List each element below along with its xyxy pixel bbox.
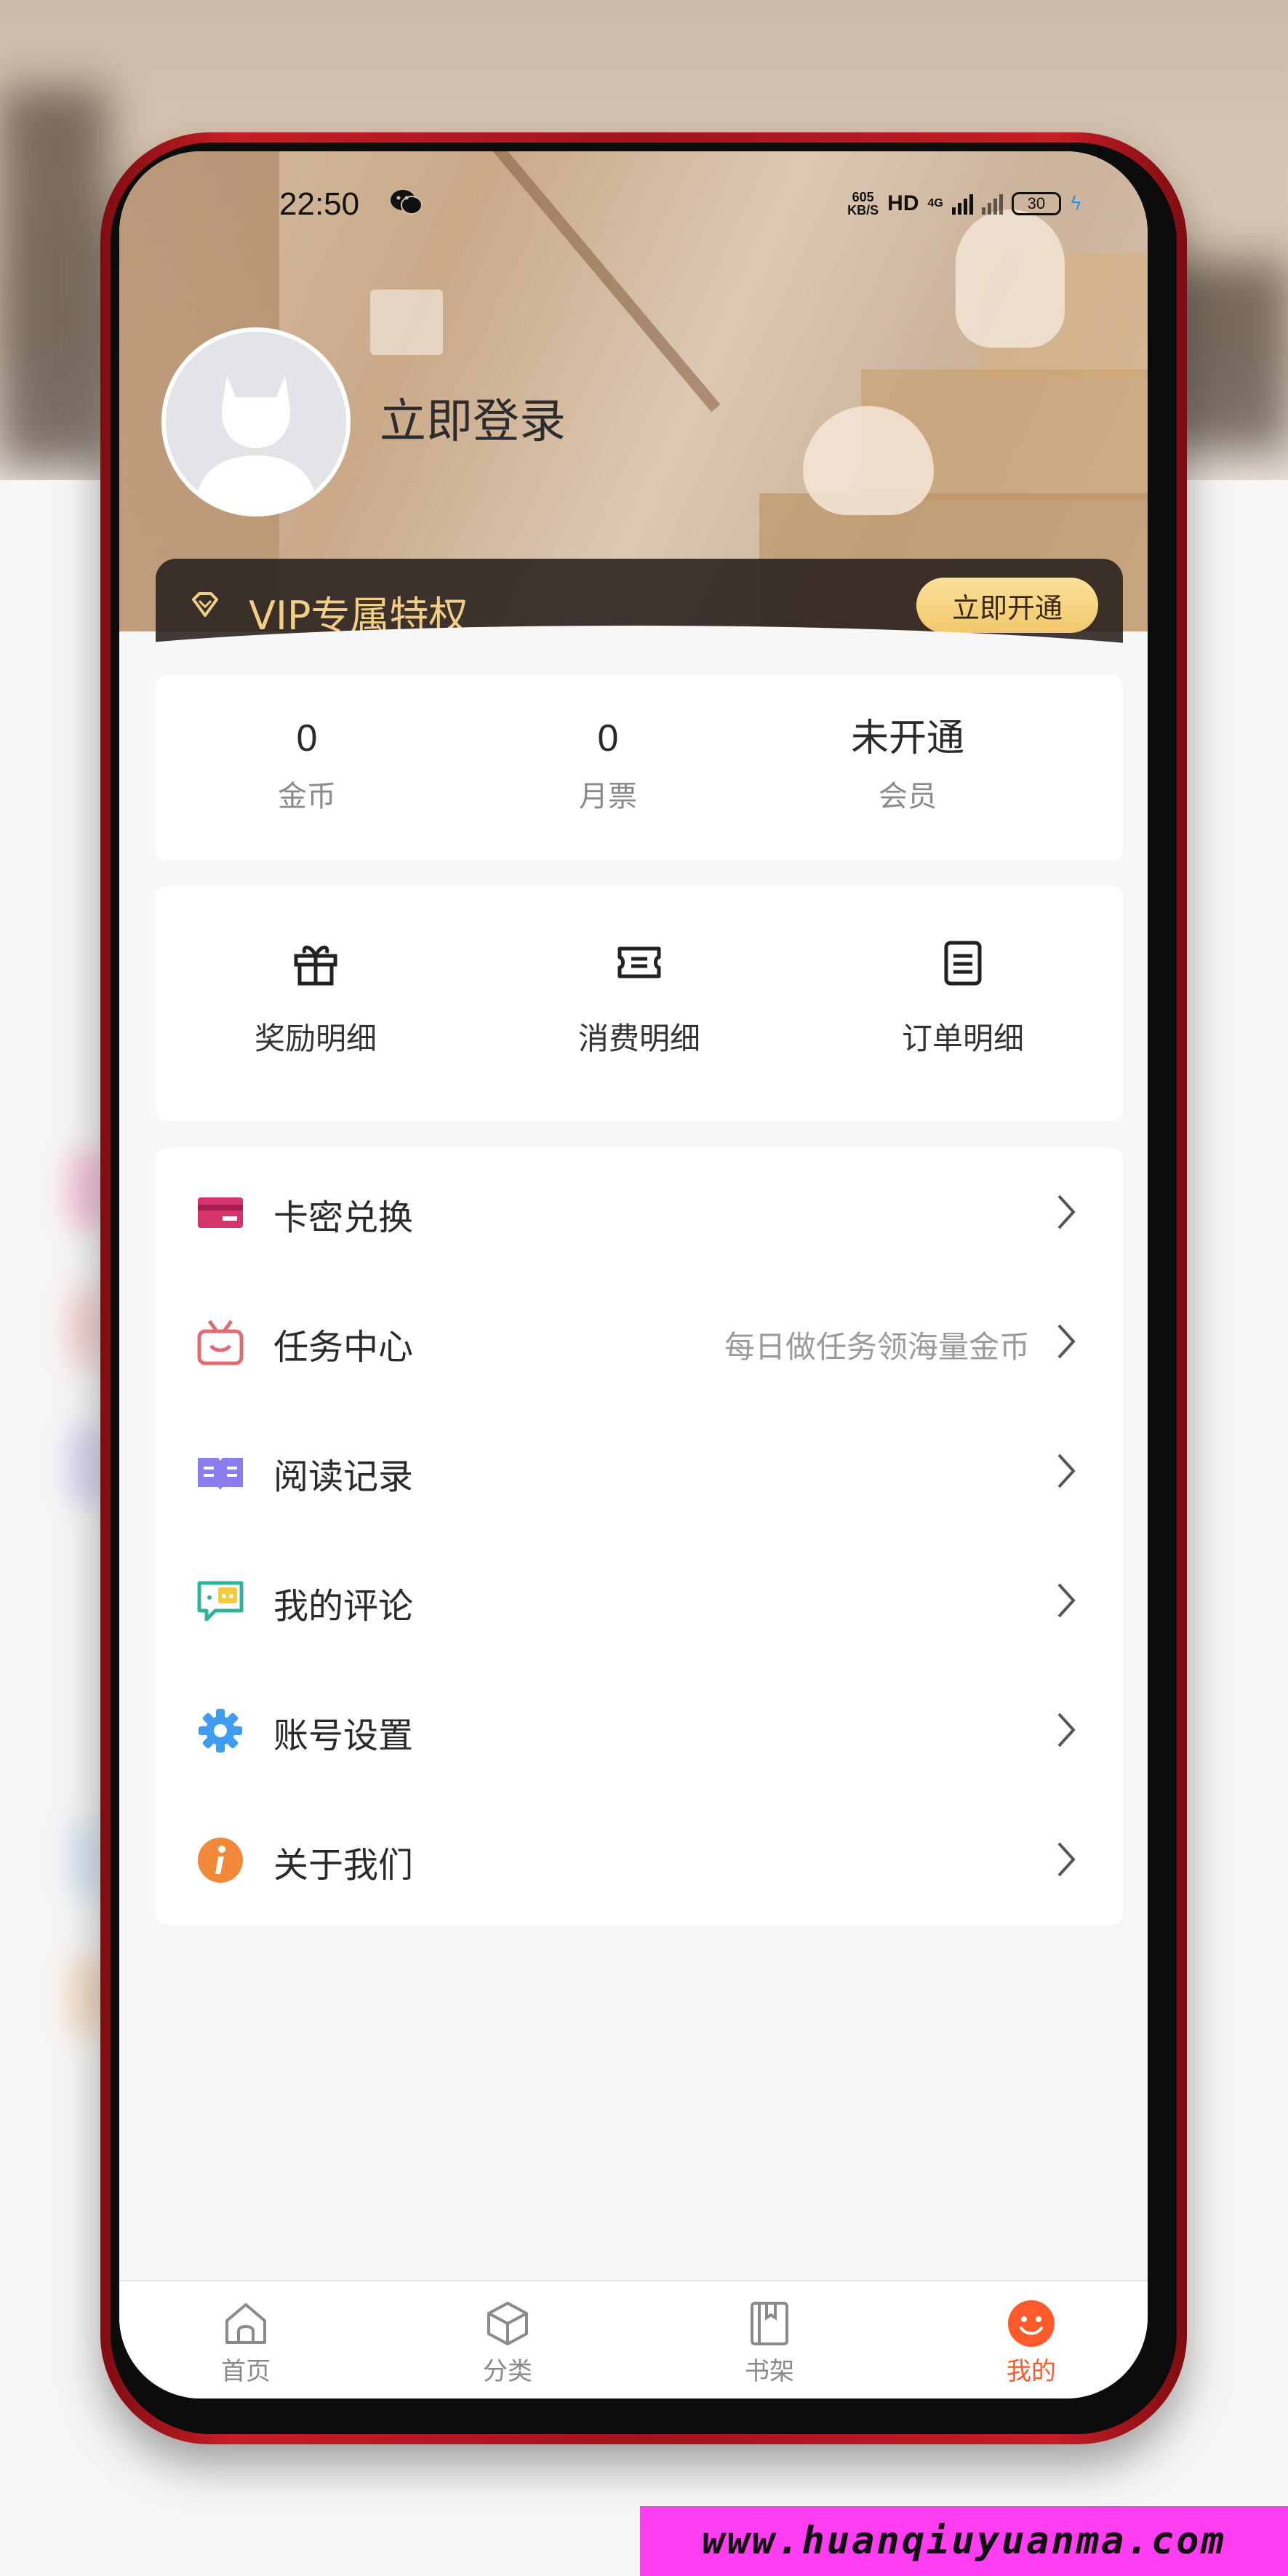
menu-item-card-redeem[interactable]: 卡密兑换	[156, 1148, 1123, 1277]
comment-icon	[197, 1581, 244, 1622]
reward-details-button[interactable]: 奖励明细	[199, 937, 432, 1058]
avatar[interactable]	[161, 327, 351, 517]
wechat-icon	[391, 190, 423, 215]
stat-coins[interactable]: 0 金币	[198, 713, 416, 815]
gift-icon	[294, 945, 337, 986]
gear-icon	[199, 1709, 242, 1752]
info-icon	[198, 1838, 243, 1883]
menu-item-account-settings[interactable]: 账号设置	[156, 1666, 1123, 1795]
chevron-right-icon	[1057, 1583, 1076, 1618]
category-cube-icon	[487, 2302, 528, 2345]
network-type: 4G	[927, 197, 943, 210]
bottom-navigation: 首页 分类 书架 我的	[119, 2280, 1148, 2398]
status-indicators: 605 KB/S HD 4G 30 ϟ	[847, 188, 1082, 220]
chevron-right-icon	[1057, 1712, 1076, 1747]
status-time: 22:50	[279, 186, 360, 222]
task-gift-icon	[197, 1320, 244, 1365]
chevron-right-icon	[1057, 1195, 1076, 1229]
menu-list: 卡密兑换 任务中心 每日做任务领海量金币 阅读记录 我的评论 账号设置 关于我们	[156, 1148, 1123, 1925]
nav-bookshelf[interactable]: 书架	[704, 2299, 835, 2387]
stat-monthly-tickets[interactable]: 0 月票	[499, 713, 717, 815]
phone-screen: 22:50 605 KB/S HD 4G 30 ϟ 立即登录 VIP专属特权 立…	[119, 151, 1148, 2398]
menu-item-task-center[interactable]: 任务中心 每日做任务领海量金币	[156, 1277, 1123, 1407]
nav-home[interactable]: 首页	[180, 2299, 311, 2387]
records-card: 奖励明细 消费明细 订单明细	[156, 886, 1123, 1121]
vip-activate-button[interactable]: 立即开通	[916, 578, 1098, 633]
diamond-icon	[192, 592, 218, 617]
order-list-icon	[944, 941, 982, 986]
task-center-hint: 每日做任务领海量金币	[724, 1329, 1030, 1365]
chevron-right-icon	[1057, 1842, 1076, 1877]
nav-profile[interactable]: 我的	[966, 2299, 1097, 2387]
login-link[interactable]: 立即登录	[380, 384, 566, 451]
book-open-icon	[198, 1458, 243, 1490]
stat-membership[interactable]: 未开通 会员	[799, 713, 1017, 815]
menu-item-my-comments[interactable]: 我的评论	[156, 1536, 1123, 1666]
default-avatar-icon	[166, 332, 346, 512]
home-icon	[225, 2303, 266, 2344]
hd-indicator: HD	[887, 191, 919, 215]
card-icon	[198, 1197, 243, 1228]
ticket-icon	[617, 946, 661, 978]
charging-icon: ϟ	[1069, 193, 1082, 215]
network-speed: 605 KB/S	[847, 190, 879, 218]
consumption-details-button[interactable]: 消费明细	[523, 937, 756, 1058]
battery-icon: 30	[1011, 192, 1061, 215]
bookshelf-icon	[751, 2302, 788, 2345]
chevron-right-icon	[1057, 1454, 1076, 1488]
menu-item-about-us[interactable]: 关于我们	[156, 1795, 1123, 1925]
menu-item-reading-history[interactable]: 阅读记录	[156, 1407, 1123, 1536]
chevron-right-icon	[1057, 1324, 1076, 1359]
phone-frame: 22:50 605 KB/S HD 4G 30 ϟ 立即登录 VIP专属特权 立…	[100, 132, 1187, 2444]
smile-profile-icon	[1008, 2300, 1055, 2347]
signal-icon	[951, 193, 973, 215]
signal-icon-2	[981, 193, 1003, 215]
watermark: www.huanqiuyuanma.com	[640, 2506, 1288, 2576]
nav-category[interactable]: 分类	[442, 2299, 573, 2387]
order-details-button[interactable]: 订单明细	[847, 937, 1079, 1058]
stats-card: 0 金币 0 月票 未开通 会员	[156, 675, 1123, 861]
